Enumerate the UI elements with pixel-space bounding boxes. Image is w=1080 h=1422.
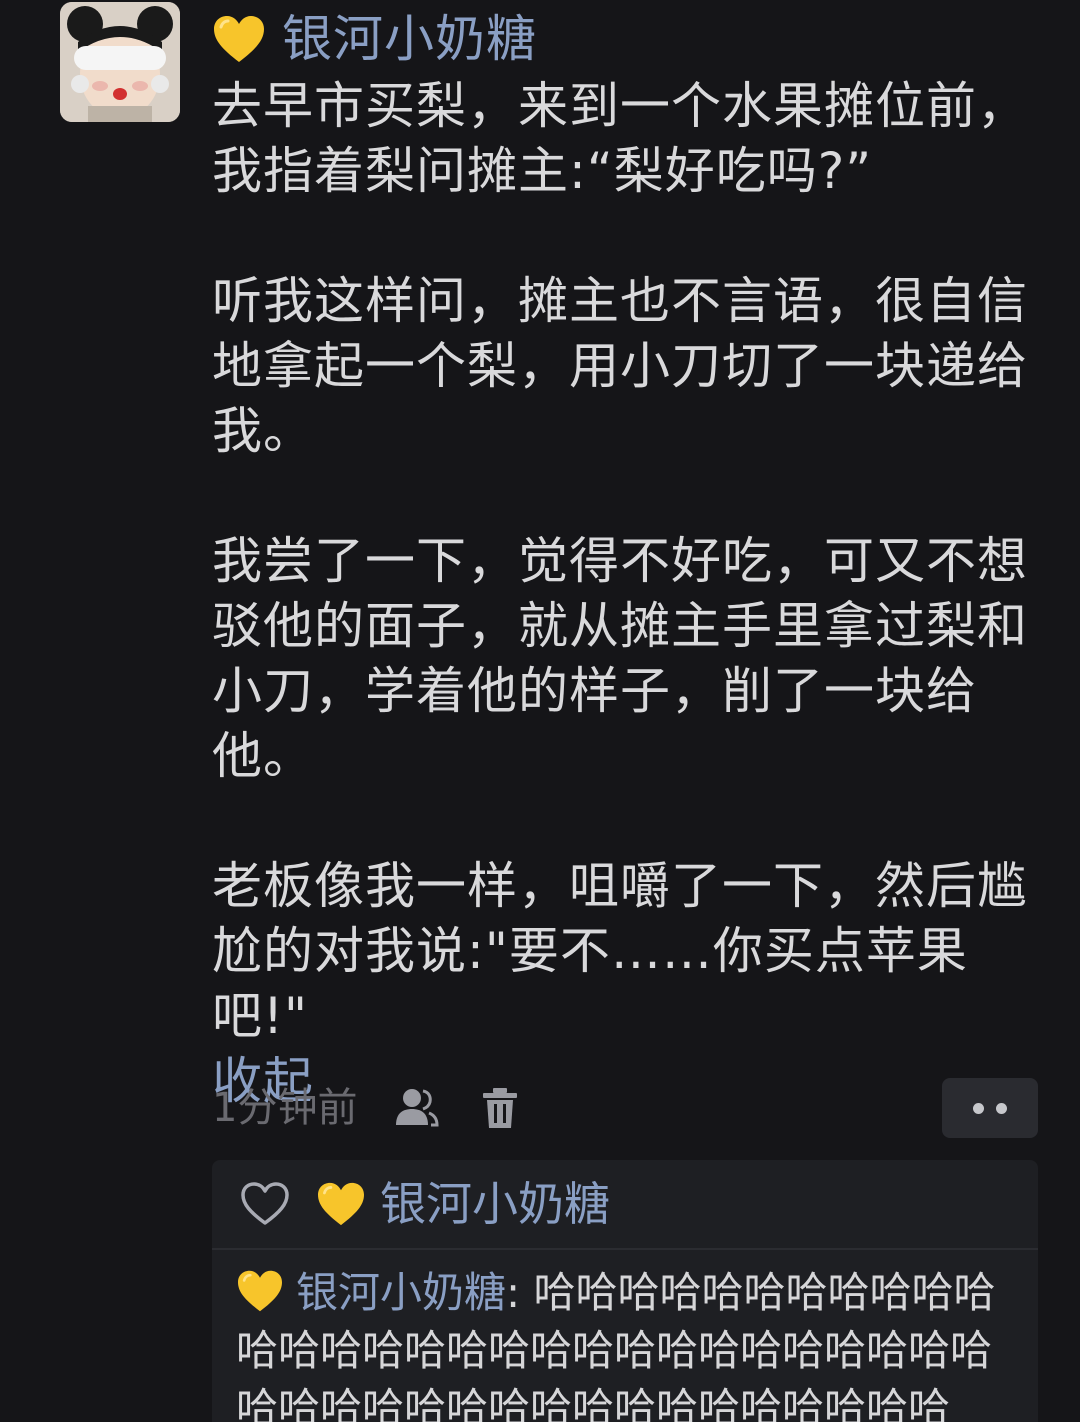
trash-icon[interactable] (475, 1083, 525, 1133)
paragraph: 我尝了一下，觉得不好吃，可又不想 驳他的面子，就从摊主手里拿过梨和 小刀，学着他… (212, 532, 1028, 785)
yellow-heart-icon (212, 14, 266, 64)
meta-row: 1分钟前 (212, 1078, 1038, 1138)
heart-outline-icon[interactable] (240, 1181, 290, 1227)
paragraph: 去早市买梨，来到一个水果摊位前， 我指着梨问摊主:“梨好吃吗?” (212, 77, 1028, 200)
avatar[interactable] (60, 2, 180, 122)
likes-row: 银河小奶糖 (212, 1160, 1038, 1250)
liker-name[interactable]: 银河小奶糖 (380, 1160, 610, 1248)
author-row: 银河小奶糖 (212, 4, 537, 74)
reply-item: 银河小奶糖: 哈哈哈哈哈哈哈哈哈哈哈哈哈哈哈哈哈哈哈哈哈哈哈哈哈哈哈哈哈哈哈哈哈… (212, 1250, 1038, 1422)
paragraph: 老板像我一样，咀嚼了一下，然后尴 尬的对我说:"要不……你买点苹果吧!" (212, 857, 1028, 1045)
more-dots-icon (996, 1102, 1007, 1114)
paragraph: 听我这样问，摊主也不言语，很自信 地拿起一个梨，用小刀切了一块递给 我。 (212, 272, 1028, 460)
reply-separator: : (506, 1268, 521, 1317)
post-content: 去早市买梨，来到一个水果摊位前， 我指着梨问摊主:“梨好吃吗?” 听我这样问，摊… (212, 74, 1042, 1114)
reply-author[interactable]: 银河小奶糖 (296, 1268, 506, 1317)
comment-post: 银河小奶糖 去早市买梨，来到一个水果摊位前， 我指着梨问摊主:“梨好吃吗?” 听… (0, 0, 1080, 1422)
author-name[interactable]: 银河小奶糖 (282, 4, 537, 74)
timestamp: 1分钟前 (212, 1085, 358, 1131)
yellow-heart-icon (236, 1269, 284, 1313)
yellow-heart-icon (316, 1181, 366, 1227)
more-button[interactable] (942, 1078, 1038, 1138)
interaction-panel: 银河小奶糖 银河小奶糖: 哈哈哈哈哈哈哈哈哈哈哈哈哈哈哈哈哈哈哈哈哈哈哈哈哈哈哈… (212, 1160, 1038, 1422)
people-icon[interactable] (391, 1083, 441, 1133)
more-dots-icon (973, 1102, 984, 1114)
